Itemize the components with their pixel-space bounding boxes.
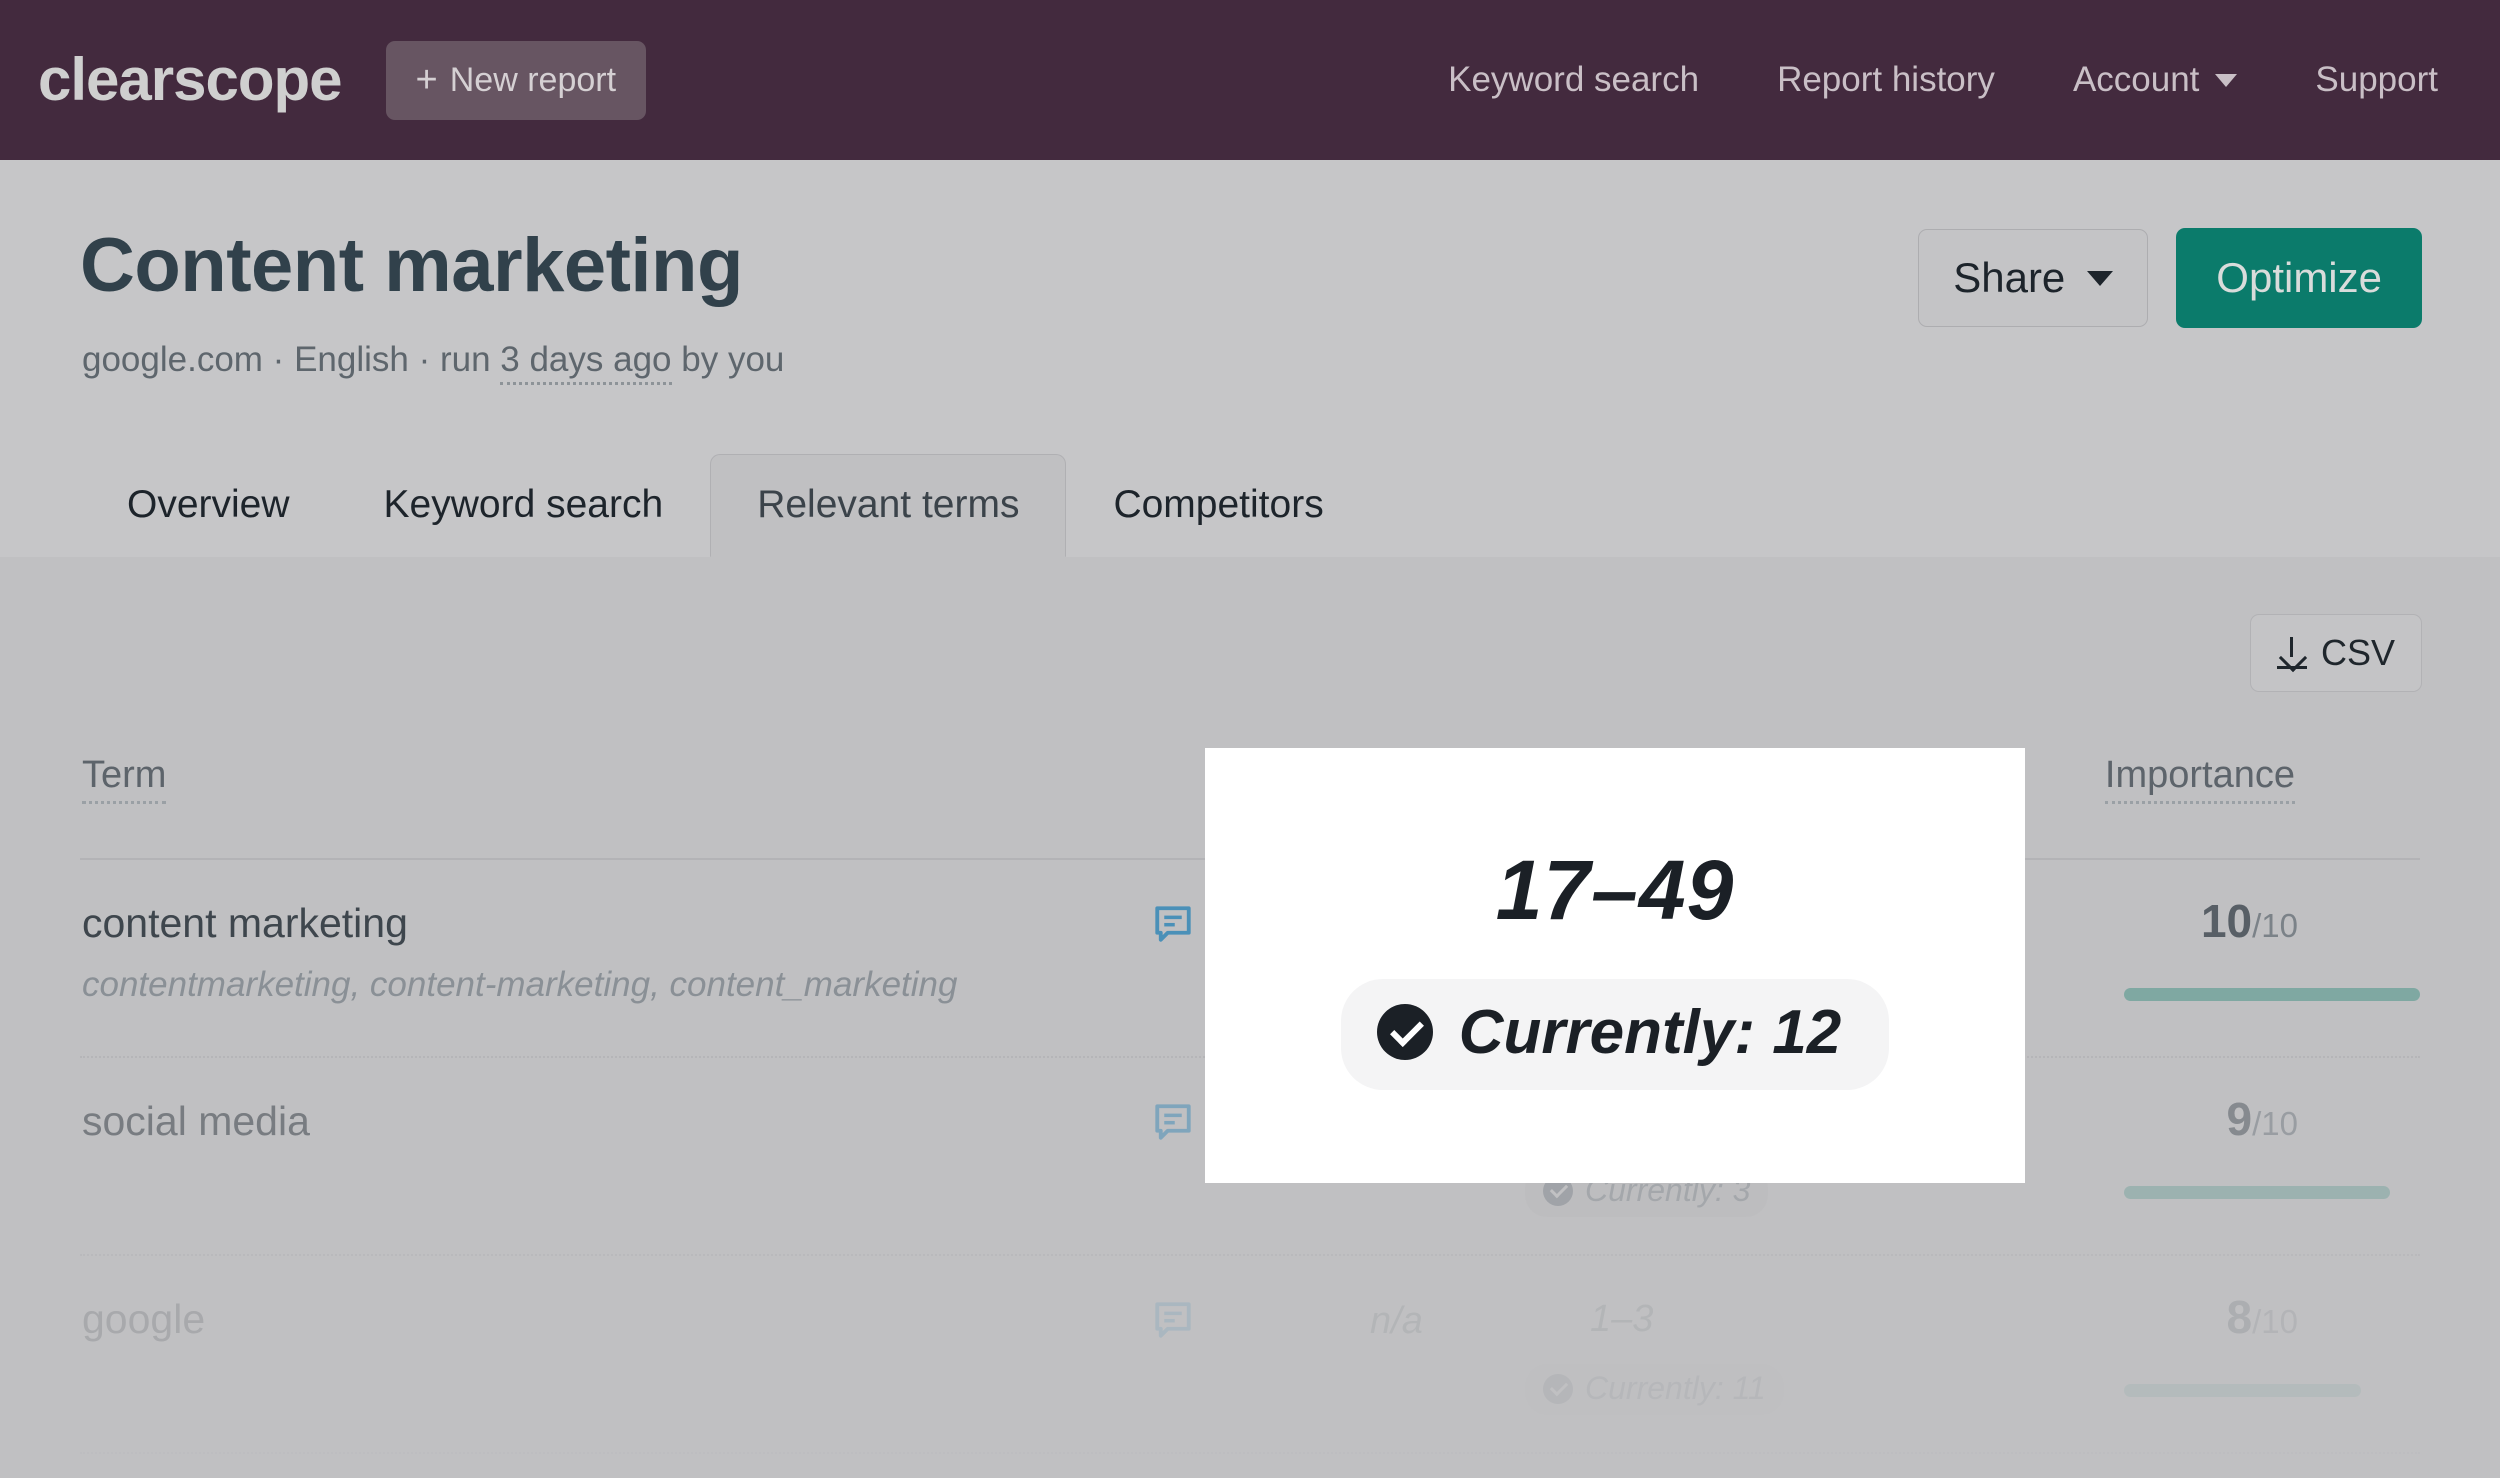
zoom-detail-card: 17–49 Currently: 12 bbox=[1205, 748, 2025, 1183]
meta-language: English bbox=[294, 340, 409, 379]
comment-icon[interactable] bbox=[1152, 1298, 1194, 1342]
meta-sep: · run bbox=[408, 340, 501, 379]
share-label: Share bbox=[1953, 254, 2066, 301]
currently-label: Currently: 11 bbox=[1585, 1370, 1766, 1406]
importance-score: 9/10 bbox=[2227, 1092, 2298, 1146]
meta-by: by you bbox=[671, 340, 785, 379]
nav-link-label: Account bbox=[2072, 60, 2200, 99]
currently-badge-large: Currently: 12 bbox=[1340, 978, 1890, 1090]
header-actions: Share Optimize bbox=[1918, 228, 2422, 328]
check-circle-icon bbox=[1376, 1004, 1433, 1060]
importance-denominator: /10 bbox=[2252, 907, 2298, 944]
importance-score: 10/10 bbox=[2201, 894, 2298, 948]
term-name: google bbox=[82, 1296, 206, 1342]
comment-icon[interactable] bbox=[1152, 902, 1194, 946]
nav-link-account[interactable]: Account bbox=[2072, 60, 2238, 100]
term-range-value: 17–49 bbox=[1495, 842, 1735, 937]
check-circle-icon bbox=[1543, 1373, 1573, 1404]
column-header-importance[interactable]: Importance bbox=[2104, 754, 2295, 804]
tab-overview[interactable]: Overview bbox=[80, 454, 337, 557]
tab-competitors[interactable]: Competitors bbox=[1066, 454, 1370, 557]
plus-icon: + bbox=[415, 59, 438, 101]
table-row[interactable]: google n/a 1–3 Currently: 11 8/10 bbox=[80, 1256, 2420, 1454]
page-title: Content marketing bbox=[80, 223, 743, 308]
download-icon bbox=[2276, 637, 2307, 669]
optimize-button[interactable]: Optimize bbox=[2176, 228, 2422, 328]
term-variants: contentmarketing, content-marketing, con… bbox=[82, 965, 958, 1004]
meta-sep: · bbox=[262, 340, 295, 379]
currently-badge: Currently: 11 bbox=[1525, 1364, 1784, 1415]
importance-bar bbox=[2124, 1384, 2420, 1397]
nav-link-keyword-search[interactable]: Keyword search bbox=[1448, 60, 1699, 100]
csv-label: CSV bbox=[2320, 632, 2395, 673]
nav-link-support[interactable]: Support bbox=[2315, 60, 2438, 100]
importance-bar bbox=[2124, 988, 2420, 1001]
csv-download-button[interactable]: CSV bbox=[2249, 614, 2422, 692]
new-report-label: New report bbox=[449, 60, 617, 99]
search-volume: n/a bbox=[1370, 1300, 1423, 1342]
top-navigation-bar: clearscope + New report Keyword search R… bbox=[0, 0, 2500, 160]
new-report-button[interactable]: + New report bbox=[385, 40, 647, 120]
importance-denominator: /10 bbox=[2252, 1105, 2298, 1142]
nav-link-label: Support bbox=[2315, 60, 2438, 99]
importance-bar bbox=[2124, 1186, 2420, 1199]
tab-bar: Overview Keyword search Relevant terms C… bbox=[0, 439, 2500, 557]
importance-value: 9 bbox=[2226, 1093, 2253, 1145]
chevron-down-icon bbox=[2215, 73, 2238, 87]
meta-domain: google.com bbox=[82, 340, 263, 379]
nav-link-label: Report history bbox=[1777, 60, 1995, 99]
column-header-term[interactable]: Term bbox=[82, 754, 167, 804]
page-header: Content marketing google.com · English ·… bbox=[0, 160, 2500, 557]
currently-label: Currently: 12 bbox=[1458, 997, 1842, 1067]
importance-denominator: /10 bbox=[2252, 1303, 2298, 1340]
chevron-down-icon bbox=[2087, 270, 2114, 286]
comment-icon[interactable] bbox=[1152, 1100, 1194, 1144]
importance-score: 8/10 bbox=[2227, 1290, 2298, 1344]
importance-value: 10 bbox=[2200, 895, 2253, 947]
term-name: content marketing bbox=[82, 900, 408, 946]
tab-keyword-search[interactable]: Keyword search bbox=[337, 454, 711, 557]
report-meta: google.com · English · run 3 days ago by… bbox=[82, 340, 785, 385]
brand-logo[interactable]: clearscope bbox=[38, 50, 343, 110]
importance-value: 8 bbox=[2226, 1291, 2253, 1343]
term-name: social media bbox=[82, 1098, 310, 1144]
nav-link-report-history[interactable]: Report history bbox=[1777, 60, 1995, 100]
target-range: 1–3 bbox=[1590, 1298, 1654, 1340]
meta-run-age[interactable]: 3 days ago bbox=[500, 340, 672, 385]
nav-link-label: Keyword search bbox=[1448, 60, 1700, 99]
share-button[interactable]: Share bbox=[1918, 229, 2149, 327]
nav-links: Keyword search Report history Account Su… bbox=[1448, 60, 2438, 100]
tab-relevant-terms[interactable]: Relevant terms bbox=[710, 454, 1067, 557]
